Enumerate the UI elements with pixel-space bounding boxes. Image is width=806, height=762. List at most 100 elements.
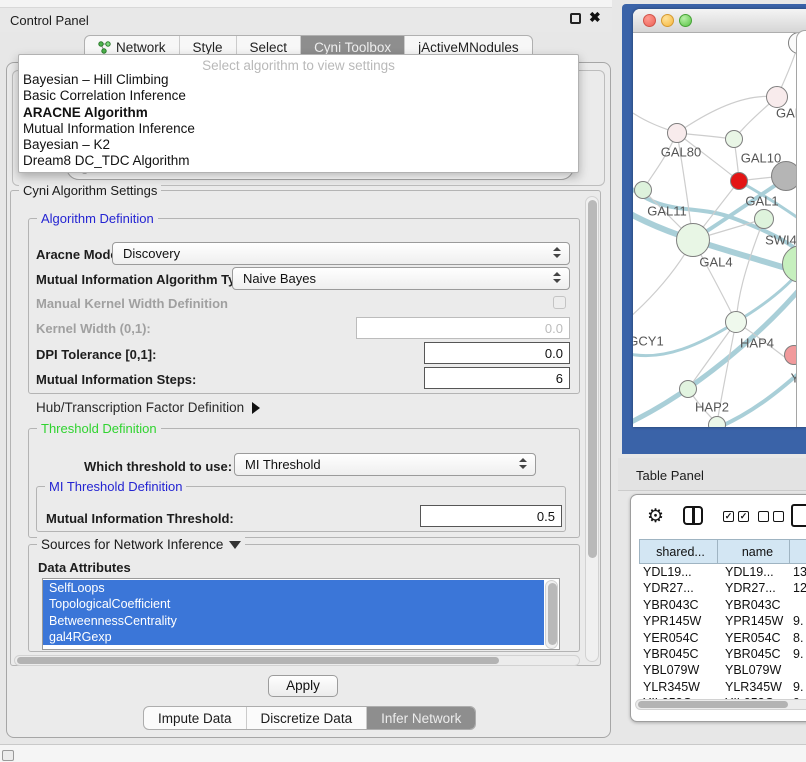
hub-definition-toggle[interactable]: Hub/Transcription Factor Definition [36,400,260,415]
table-row[interactable]: YBR043CYBR043C [639,597,806,613]
network-node[interactable] [708,416,726,427]
table-cell: YLR345W [639,679,717,695]
attribute-item[interactable]: TopologicalCoefficient [43,596,544,612]
algorithm-option[interactable]: Bayesian – Hill Climbing [19,72,578,88]
node-label-gal11: GAL11 [647,204,687,219]
algorithm-option[interactable]: Basic Correlation Inference [19,88,578,104]
table-cell: YDR27... [639,580,717,596]
control-panel-titlebar [0,8,612,32]
table-toolbar: ⚙ ✓ ✓ [631,495,806,539]
table-cell: 12 [789,580,806,596]
aracne-mode-select[interactable]: Discovery [112,242,570,265]
table-cell: 9. [789,679,806,695]
kernel-width-field[interactable]: 0.0 [356,317,570,339]
network-window[interactable]: GALGAL80GAL10GAL1SWI4GAL11GAL4GCY1HAP4YH… [633,9,806,427]
apply-button[interactable]: Apply [268,675,338,697]
table-row[interactable]: YER054CYER054C8. [639,630,806,646]
which-threshold-value: MI Threshold [245,457,321,472]
algorithm-option[interactable]: Dream8 DC_TDC Algorithm [19,153,578,169]
table-cell: YDR27... [717,580,789,596]
checked-box-icon[interactable]: ✓ [738,511,749,522]
mi-type-select[interactable]: Naive Bayes [232,267,570,290]
node-label-hap2: HAP2 [695,400,729,415]
which-threshold-select[interactable]: MI Threshold [234,453,536,476]
attributes-scrollbar[interactable] [545,580,558,649]
close-icon[interactable]: ✖ [589,9,601,26]
split-view-icon[interactable] [683,506,703,525]
algorithm-option[interactable]: Bayesian – K2 [19,137,578,153]
data-attributes-list[interactable]: SelfLoopsTopologicalCoefficientBetweenne… [42,578,560,650]
table-row[interactable]: YPR145WYPR145W9. [639,613,806,629]
mac-minimize-icon[interactable] [661,14,674,27]
network-node[interactable] [754,209,774,229]
data-attributes-label: Data Attributes [38,560,131,575]
combo-spinner-icon [553,247,562,261]
combo-spinner-icon [553,272,562,286]
collapsed-arrow-icon [252,402,260,414]
table-cell: 8. [789,630,806,646]
table-cell: YBR043C [717,597,789,613]
attribute-item[interactable]: gal4RGexp [43,629,544,645]
column-header-name[interactable]: name [717,539,789,564]
network-node[interactable] [679,380,697,398]
unchecked-box-icon[interactable] [758,511,769,522]
mi-threshold-group-title: MI Threshold Definition [45,479,186,494]
network-node[interactable] [730,172,748,190]
status-bar [0,744,806,762]
network-node[interactable] [667,123,687,143]
table-horizontal-scrollbar[interactable] [635,699,806,710]
mac-zoom-icon[interactable] [679,14,692,27]
table-row[interactable]: YBL079WYBL079W [639,662,806,678]
table-row[interactable]: YDL19...YDL19...13 [639,564,806,580]
table-cell: YER054C [717,630,789,646]
network-canvas[interactable]: GALGAL80GAL10GAL1SWI4GAL11GAL4GCY1HAP4YH… [633,33,806,427]
float-icon[interactable] [570,13,581,24]
bottom-tab-infer-network[interactable]: Infer Network [367,707,475,729]
gear-icon[interactable]: ⚙ [647,505,664,528]
network-window-titlebar[interactable] [633,9,806,33]
checked-box-icon[interactable]: ✓ [723,511,734,522]
table-header-row[interactable]: shared...name [639,539,806,564]
settings-vertical-scrollbar[interactable] [585,196,599,662]
mi-steps-field[interactable]: 6 [424,367,570,389]
mi-type-value: Naive Bayes [243,271,316,286]
table-cell: YPR145W [717,613,789,629]
threshold-definition-title: Threshold Definition [37,421,161,436]
network-node[interactable] [725,130,743,148]
mac-close-icon[interactable] [643,14,656,27]
mi-threshold-field[interactable]: 0.5 [420,505,562,527]
bottom-tab-impute-data[interactable]: Impute Data [144,707,247,729]
dpi-tolerance-field[interactable]: 0.0 [424,342,570,364]
new-table-icon[interactable] [791,504,806,527]
cyni-settings-title: Cyni Algorithm Settings [19,183,161,198]
column-header-shared...[interactable]: shared... [639,539,717,564]
unchecked-box-icon[interactable] [773,511,784,522]
column-header-extra[interactable] [789,539,806,564]
table-cell [789,597,806,613]
table-cell: YBR045C [639,646,717,662]
table-row[interactable]: YLR345WYLR345W9. [639,679,806,695]
network-node[interactable] [634,181,652,199]
settings-horizontal-scrollbar[interactable] [14,655,580,666]
node-label-gal4: GAL4 [699,255,732,270]
tab-label: Select [250,40,288,55]
collapsed-panel-icon[interactable] [2,750,14,761]
algorithm-dropdown: Select algorithm to view settings Bayesi… [18,54,579,173]
algorithm-option[interactable]: Mutual Information Inference [19,121,578,137]
algorithm-definition-title: Algorithm Definition [37,211,158,226]
manual-kernel-checkbox[interactable] [553,296,566,309]
table-panel-window: ⚙ ✓ ✓ shared...name YDL19...YDL19...13YD… [630,494,806,722]
table-row[interactable]: YDR27...YDR27...12 [639,580,806,596]
tab-label: Style [193,40,223,55]
attribute-item[interactable]: BetweennessCentrality [43,613,544,629]
attribute-item[interactable]: SelfLoops [43,580,544,596]
network-node[interactable] [725,311,747,333]
network-node[interactable] [676,223,710,257]
algorithm-option[interactable]: ARACNE Algorithm [19,105,578,121]
bottom-tab-discretize-data[interactable]: Discretize Data [247,707,368,729]
table-cell: YPR145W [639,613,717,629]
manual-kernel-label: Manual Kernel Width Definition [36,296,228,311]
kernel-width-label: Kernel Width (0,1): [36,321,151,336]
sources-toggle[interactable]: Sources for Network Inference [37,537,245,552]
table-row[interactable]: YBR045CYBR045C9. [639,646,806,662]
